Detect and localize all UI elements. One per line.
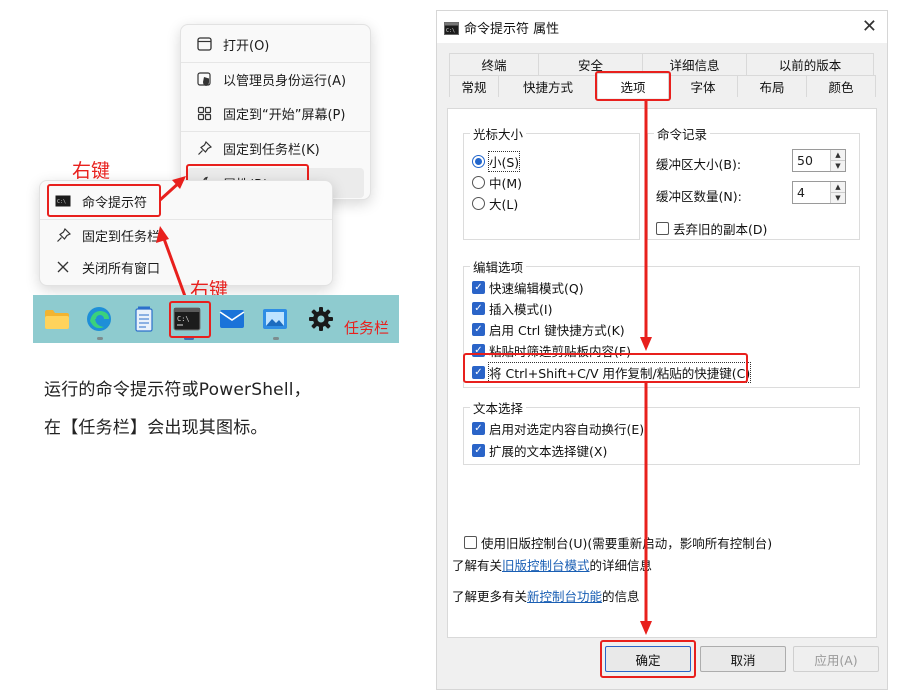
cancel-button[interactable]: 取消 [700, 646, 786, 672]
mail-icon[interactable] [217, 304, 247, 334]
settings-icon[interactable] [306, 304, 336, 334]
caption-line-2: 在【任务栏】会出现其图标。 [44, 418, 268, 438]
taskbar-terminal-highlight [169, 301, 211, 338]
caption-line-1: 运行的命令提示符或PowerShell， [44, 380, 311, 400]
photos-icon[interactable] [260, 304, 290, 334]
running-indicator [97, 337, 103, 340]
ok-button-highlight [600, 640, 696, 678]
apply-button[interactable]: 应用(A) [793, 646, 879, 672]
annotation-arrows [156, 176, 188, 300]
folder-icon[interactable] [42, 304, 72, 334]
options-tab-highlight [595, 71, 671, 101]
annotation-arrows [640, 101, 652, 635]
tab-font[interactable]: 字体 [668, 75, 738, 97]
taskbar-label: 任务栏 [344, 319, 390, 337]
notepad-icon[interactable] [129, 304, 159, 334]
tab-colors[interactable]: 颜色 [806, 75, 876, 97]
tab-general[interactable]: 常规 [449, 75, 499, 97]
edge-icon[interactable] [84, 304, 114, 334]
properties-dialog: C:\ 命令提示符 属性 ✕ 终端 安全 详细信息 以前的版本 常规 快捷方式 … [436, 10, 888, 690]
tab-shortcut[interactable]: 快捷方式 [498, 75, 598, 97]
running-indicator [273, 337, 279, 340]
taskbar: C:\ 任务栏 [33, 295, 399, 343]
tab-layout[interactable]: 布局 [737, 75, 807, 97]
